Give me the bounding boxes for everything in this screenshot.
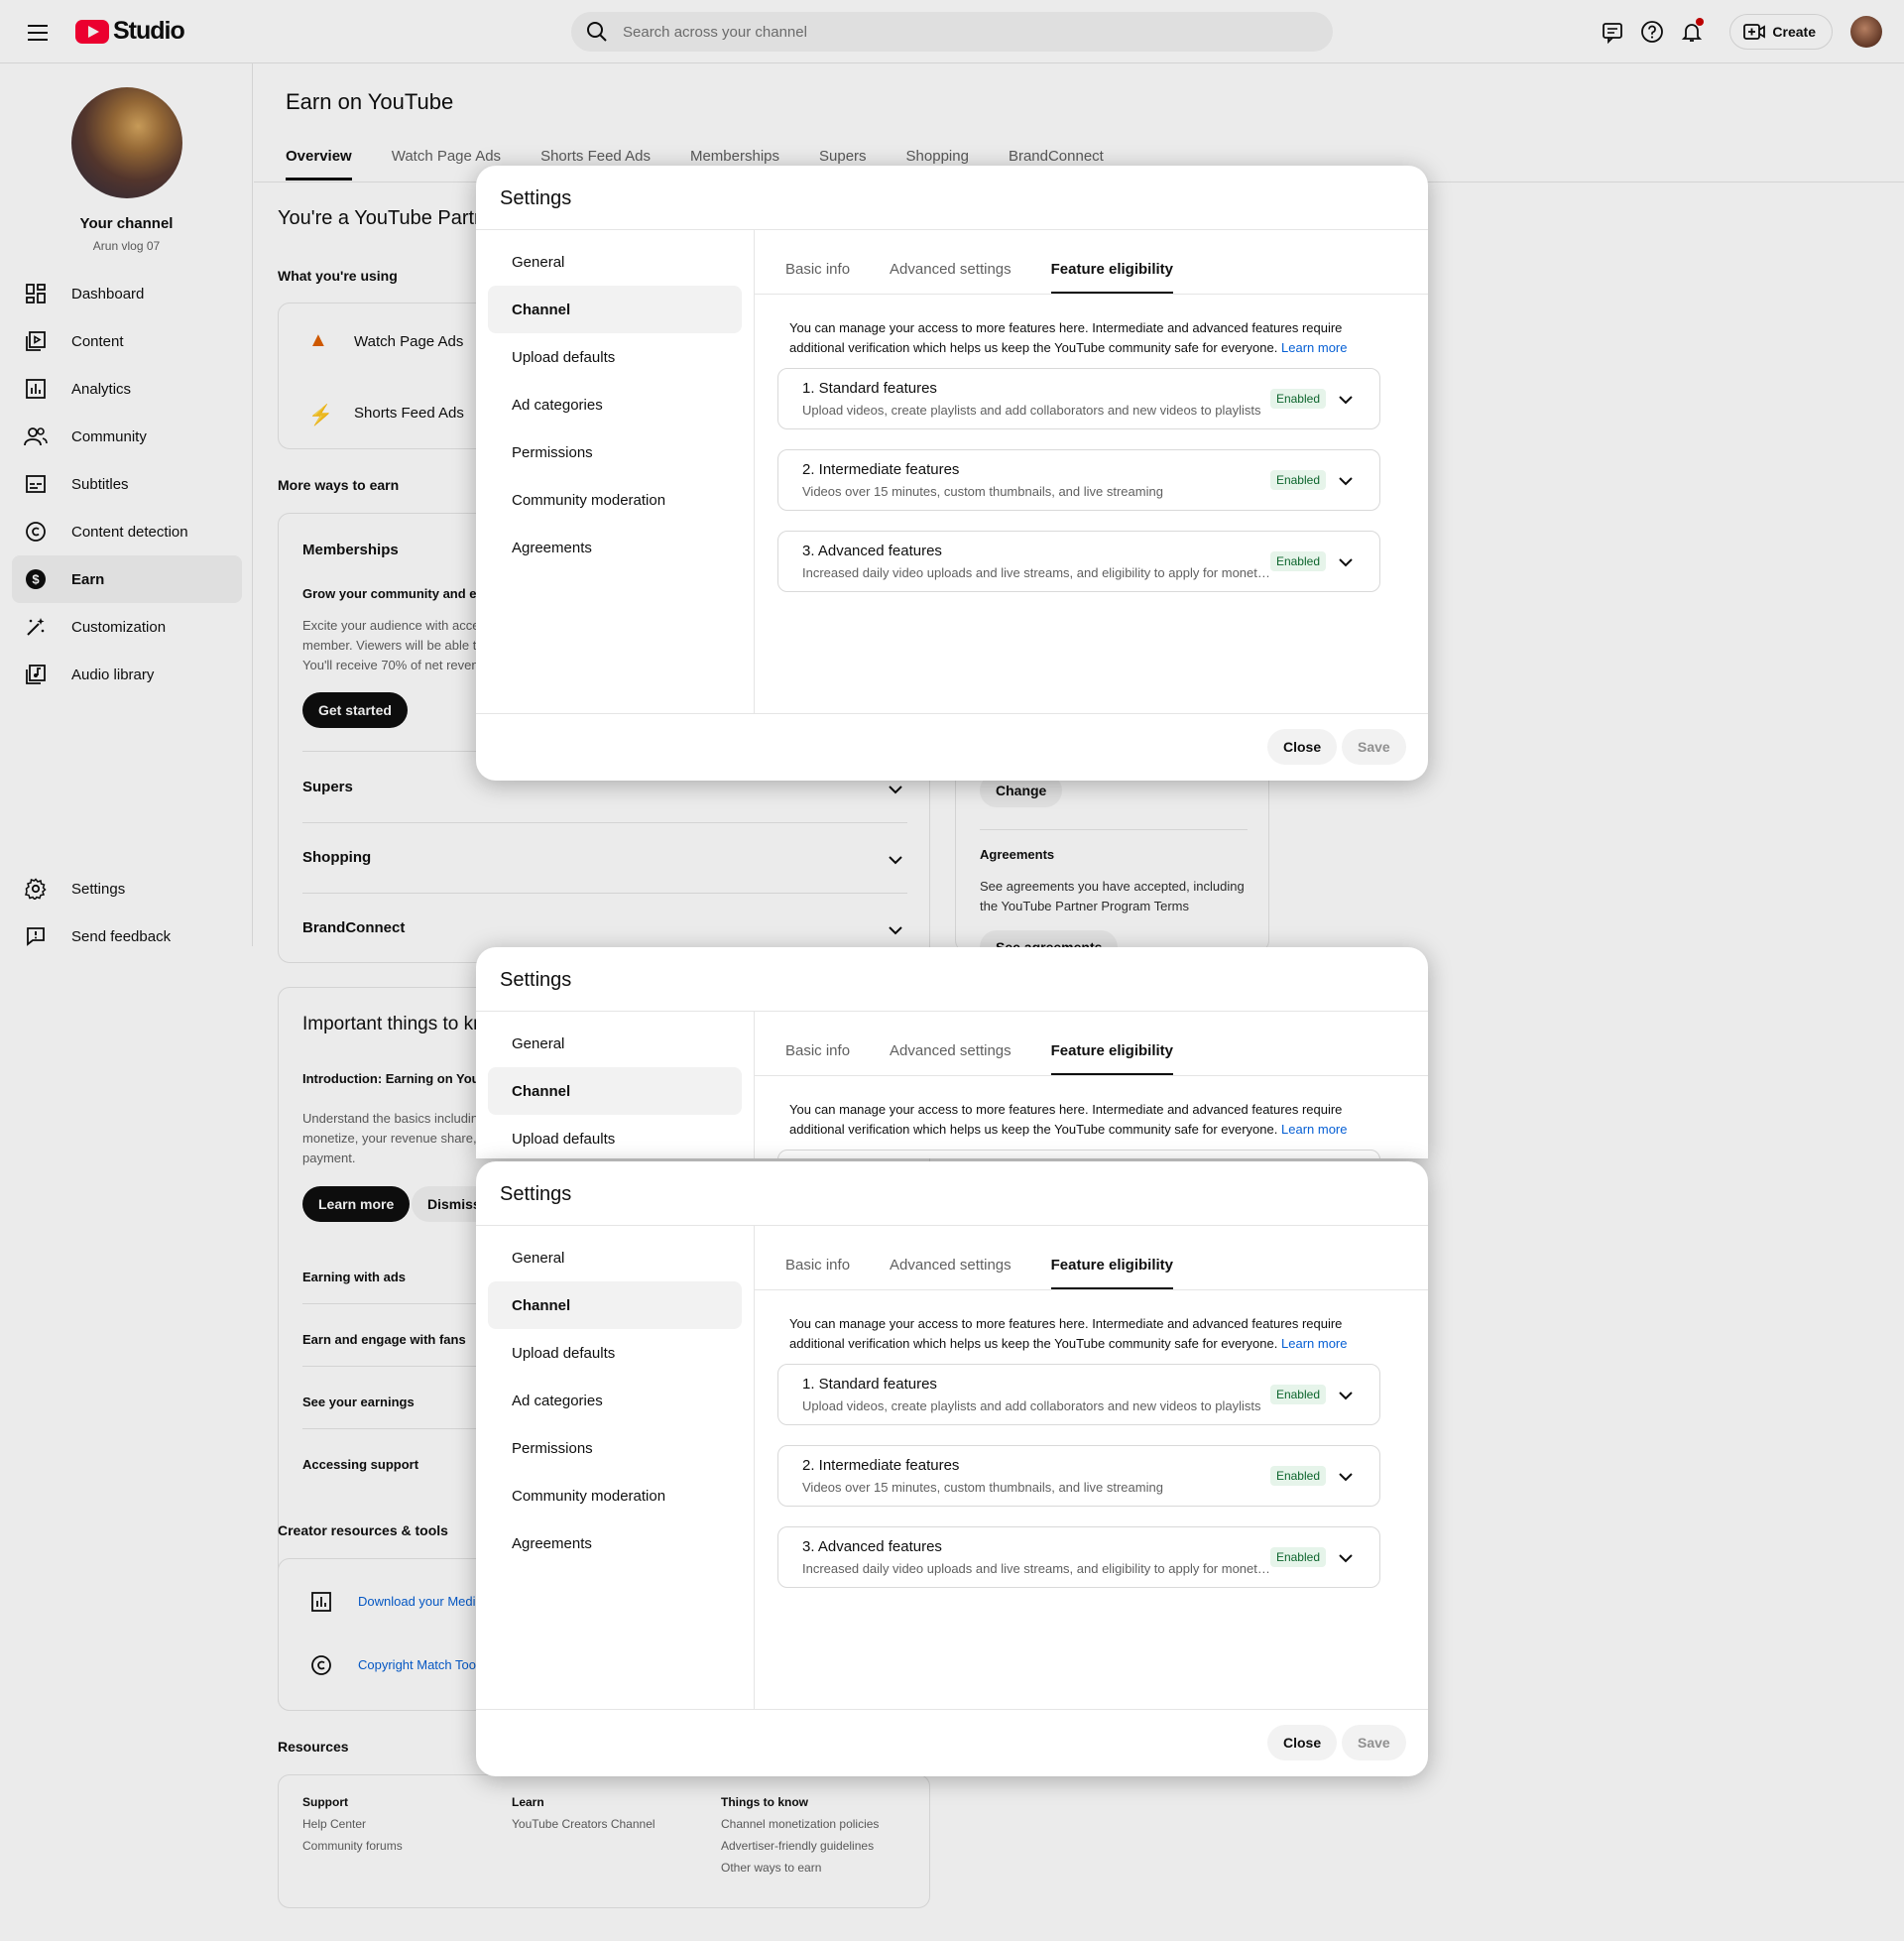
divider xyxy=(754,230,755,713)
tab-feature-eligibility[interactable]: Feature eligibility xyxy=(1050,1042,1173,1076)
settings-nav-upload-defaults[interactable]: Upload defaults xyxy=(488,1115,742,1158)
tab-advanced-settings[interactable]: Advanced settings xyxy=(890,1042,1012,1076)
save-button[interactable]: Save xyxy=(1342,729,1406,765)
tab-basic-info[interactable]: Basic info xyxy=(785,1257,850,1290)
intermediate-features-row[interactable]: 2. Intermediate features Videos over 15 … xyxy=(777,449,1380,511)
settings-nav-channel[interactable]: Channel xyxy=(488,1281,742,1329)
divider xyxy=(755,1289,1428,1290)
settings-nav-ad-categories[interactable]: Ad categories xyxy=(488,381,742,428)
feature-title: 1. Standard features xyxy=(802,380,937,397)
standard-features-row[interactable]: 1. Standard features Upload videos, crea… xyxy=(777,368,1380,429)
chevron-down-icon[interactable] xyxy=(1334,1384,1358,1407)
settings-nav-permissions[interactable]: Permissions xyxy=(488,428,742,476)
tab-basic-info[interactable]: Basic info xyxy=(785,261,850,295)
standard-features-row[interactable]: 1. Standard features Upload videos, crea… xyxy=(777,1364,1380,1425)
feature-title: 3. Advanced features xyxy=(802,1538,942,1555)
chevron-down-icon[interactable] xyxy=(1334,469,1358,493)
description-text: You can manage your access to more featu… xyxy=(789,1102,1343,1137)
status-badge: Enabled xyxy=(1269,470,1326,490)
status-badge: Enabled xyxy=(1269,1385,1326,1404)
advanced-features-row[interactable]: 3. Advanced features Increased daily vid… xyxy=(777,531,1380,592)
settings-nav-agreements[interactable]: Agreements xyxy=(488,524,742,571)
settings-dialog: Settings General Channel Upload defaults… xyxy=(476,1161,1428,1776)
save-button[interactable]: Save xyxy=(1342,1725,1406,1760)
dialog-title: Settings xyxy=(500,187,572,209)
settings-nav-upload-defaults[interactable]: Upload defaults xyxy=(488,333,742,381)
settings-nav-community-moderation[interactable]: Community moderation xyxy=(488,476,742,524)
learn-more-link[interactable]: Learn more xyxy=(1281,1122,1347,1137)
advanced-features-row[interactable]: 3. Advanced features Increased daily vid… xyxy=(777,1526,1380,1588)
learn-more-link[interactable]: Learn more xyxy=(1281,340,1347,355)
chevron-down-icon[interactable] xyxy=(1334,1465,1358,1489)
settings-dialog: Settings General Channel Upload defaults… xyxy=(476,947,1428,1158)
divider xyxy=(476,713,1428,714)
feature-subtitle: Increased daily video uploads and live s… xyxy=(802,565,1272,580)
chevron-down-icon[interactable] xyxy=(1334,388,1358,412)
chevron-down-icon[interactable] xyxy=(1334,1546,1358,1570)
close-button[interactable]: Close xyxy=(1267,1725,1338,1760)
tab-feature-eligibility[interactable]: Feature eligibility xyxy=(1050,1257,1173,1290)
settings-dialog: Settings General Channel Upload defaults… xyxy=(476,166,1428,781)
divider xyxy=(755,1075,1428,1076)
close-button[interactable]: Close xyxy=(1267,729,1338,765)
description-text: You can manage your access to more featu… xyxy=(789,1316,1343,1351)
feature-title: 1. Standard features xyxy=(802,1376,937,1393)
status-badge: Enabled xyxy=(1269,551,1326,571)
divider xyxy=(476,1225,1428,1226)
feature-eligibility-description: You can manage your access to more featu… xyxy=(789,318,1365,358)
tab-basic-info[interactable]: Basic info xyxy=(785,1042,850,1076)
settings-nav-permissions[interactable]: Permissions xyxy=(488,1424,742,1472)
chevron-down-icon[interactable] xyxy=(1334,550,1358,574)
settings-nav-upload-defaults[interactable]: Upload defaults xyxy=(488,1329,742,1377)
divider xyxy=(754,1226,755,1709)
status-badge: Enabled xyxy=(1269,1547,1326,1567)
settings-nav-channel[interactable]: Channel xyxy=(488,1067,742,1115)
feature-title: 2. Intermediate features xyxy=(802,461,960,478)
feature-subtitle: Increased daily video uploads and live s… xyxy=(802,1561,1272,1576)
feature-title: 3. Advanced features xyxy=(802,543,942,559)
feature-eligibility-description: You can manage your access to more featu… xyxy=(789,1314,1365,1354)
divider xyxy=(476,1709,1428,1710)
learn-more-link[interactable]: Learn more xyxy=(1281,1336,1347,1351)
settings-nav-channel[interactable]: Channel xyxy=(488,286,742,333)
settings-nav-general[interactable]: General xyxy=(488,1020,742,1067)
divider xyxy=(754,1012,755,1158)
feature-subtitle: Videos over 15 minutes, custom thumbnail… xyxy=(802,1480,1163,1495)
tab-feature-eligibility[interactable]: Feature eligibility xyxy=(1050,261,1173,295)
feature-title: 2. Intermediate features xyxy=(802,1457,960,1474)
dialog-title: Settings xyxy=(500,1183,572,1205)
tab-advanced-settings[interactable]: Advanced settings xyxy=(890,1257,1012,1290)
divider xyxy=(476,229,1428,230)
divider xyxy=(755,294,1428,295)
status-badge: Enabled xyxy=(1269,389,1326,409)
dialog-title: Settings xyxy=(500,969,572,991)
settings-nav-community-moderation[interactable]: Community moderation xyxy=(488,1472,742,1519)
settings-nav-general[interactable]: General xyxy=(488,238,742,286)
settings-nav-general[interactable]: General xyxy=(488,1234,742,1281)
settings-nav-agreements[interactable]: Agreements xyxy=(488,1519,742,1567)
divider xyxy=(476,1011,1428,1012)
feature-subtitle: Upload videos, create playlists and add … xyxy=(802,1398,1261,1413)
tab-advanced-settings[interactable]: Advanced settings xyxy=(890,261,1012,295)
feature-subtitle: Videos over 15 minutes, custom thumbnail… xyxy=(802,484,1163,499)
feature-subtitle: Upload videos, create playlists and add … xyxy=(802,403,1261,418)
settings-nav-ad-categories[interactable]: Ad categories xyxy=(488,1377,742,1424)
description-text: You can manage your access to more featu… xyxy=(789,320,1343,355)
feature-eligibility-description: You can manage your access to more featu… xyxy=(789,1100,1365,1140)
standard-features-row[interactable] xyxy=(777,1150,1380,1158)
intermediate-features-row[interactable]: 2. Intermediate features Videos over 15 … xyxy=(777,1445,1380,1507)
status-badge: Enabled xyxy=(1269,1466,1326,1486)
